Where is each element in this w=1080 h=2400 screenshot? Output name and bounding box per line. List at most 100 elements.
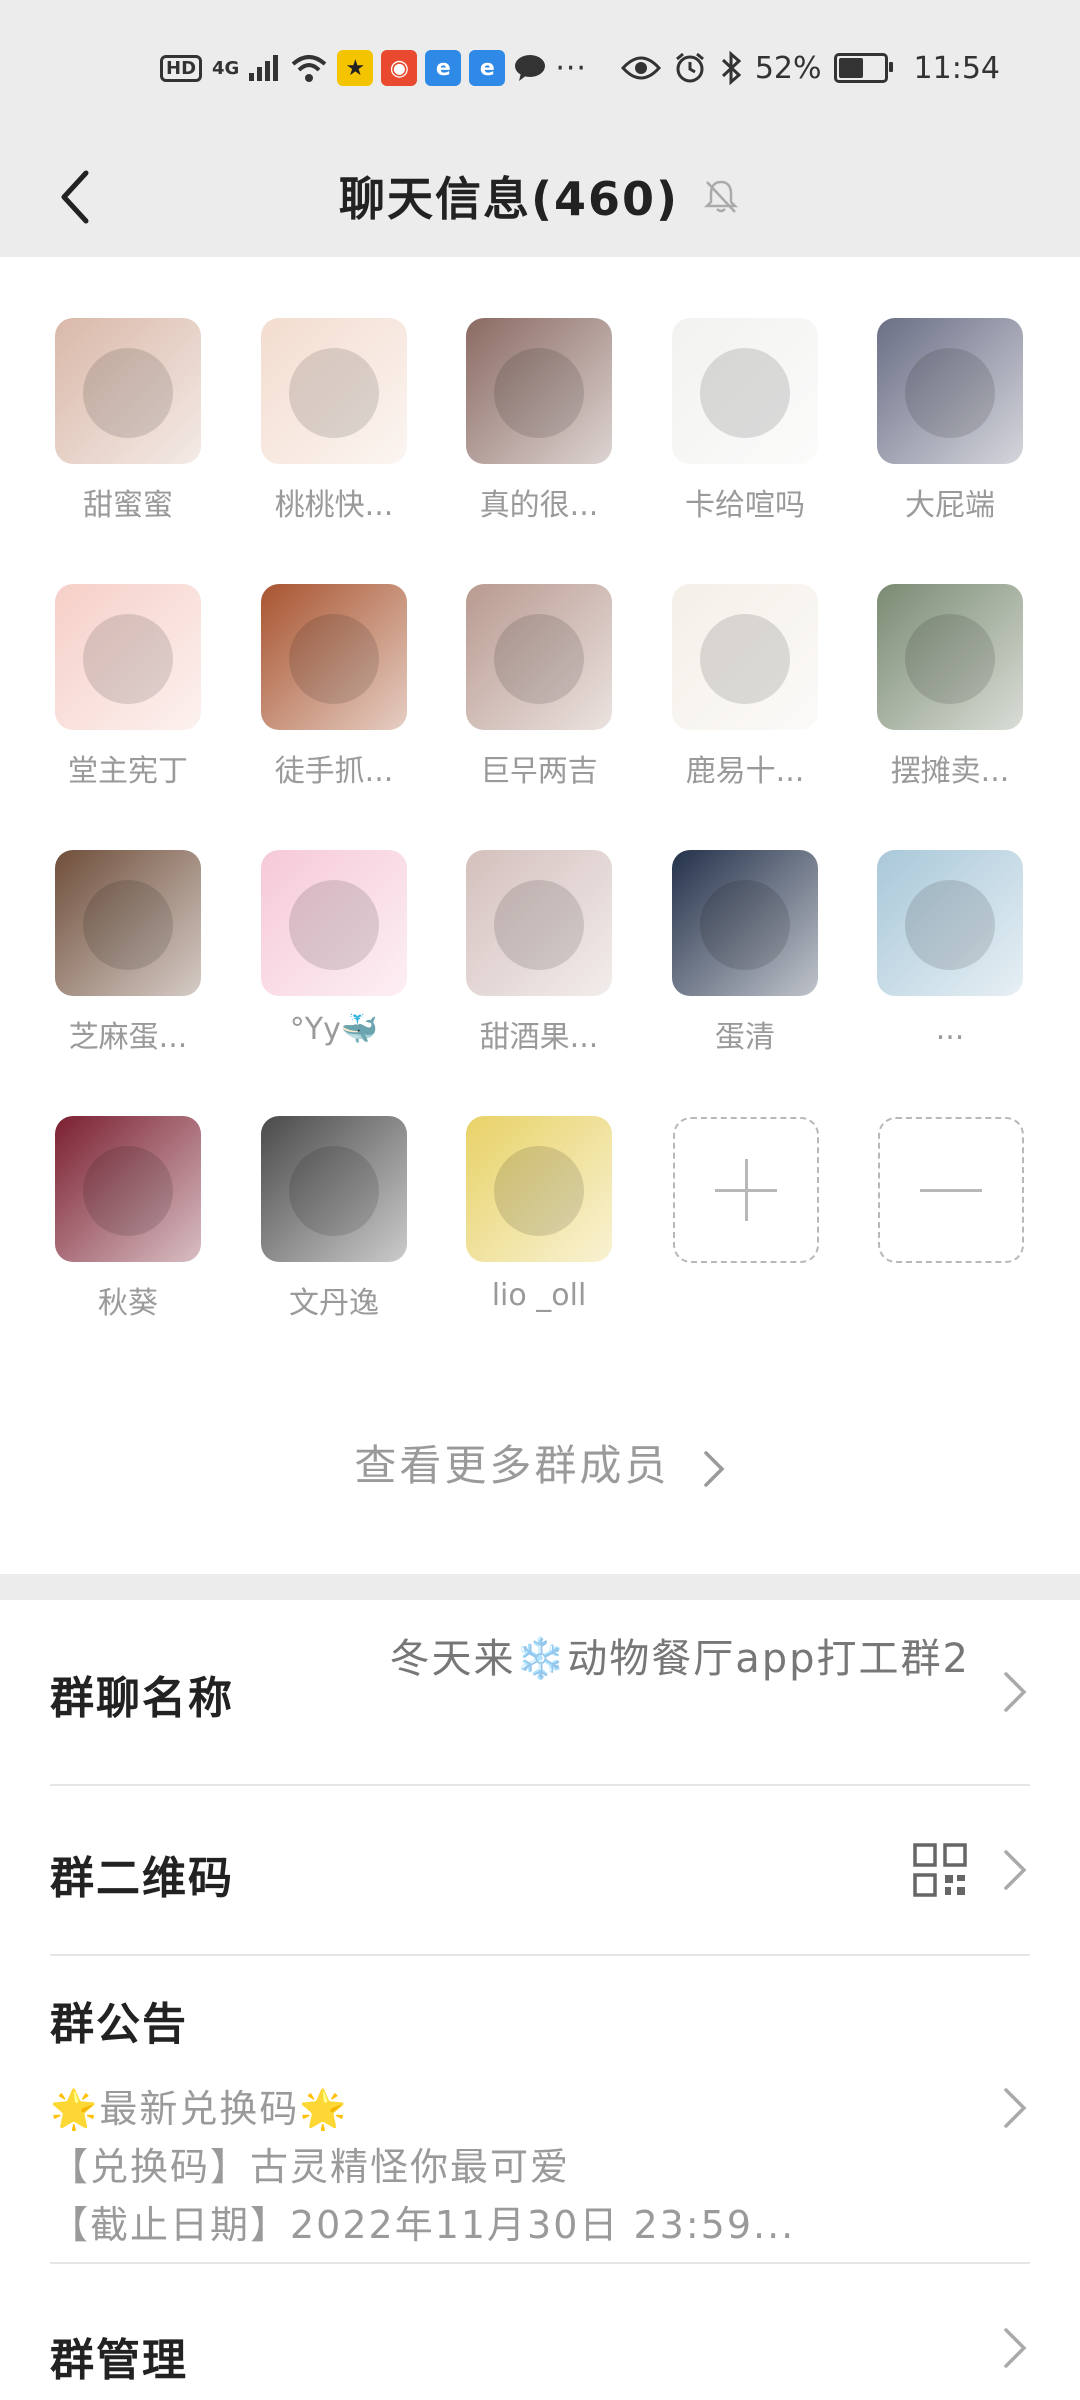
remove-member-button[interactable]: [878, 1117, 1024, 1263]
avatar: [261, 850, 407, 996]
browser-icon: e: [469, 50, 506, 86]
chevron-right-icon: [1004, 1850, 1027, 1890]
avatar: [877, 850, 1023, 996]
app-notification-icon: ★: [337, 50, 374, 86]
member-name: 芝麻蛋...: [68, 1020, 188, 1055]
group-name-row[interactable]: 群聊名称 冬天来❄️动物餐厅app打工群2: [50, 1600, 1030, 1786]
member-item[interactable]: 徒手抓...: [261, 584, 407, 790]
notice-line: 【兑换码】古灵精怪你最可爱: [50, 2145, 571, 2189]
avatar: [55, 1116, 201, 1262]
hd-badge: HD: [160, 54, 203, 82]
member-item[interactable]: 卡给喧吗: [672, 318, 818, 524]
notice-line: 【截止日期】2022年11月30日 23:59...: [50, 2203, 796, 2247]
member-name: 蛋清: [715, 1020, 775, 1055]
member-item[interactable]: °Yy🐳: [261, 850, 407, 1047]
top-bar: 聊天信息(460): [0, 135, 1080, 257]
member-name: 真的很...: [479, 488, 599, 523]
member-name: 徒手抓...: [274, 754, 394, 789]
group-qr-row[interactable]: 群二维码: [50, 1786, 1030, 1956]
eye-icon: [620, 56, 661, 80]
group-manage-label: 群管理: [50, 2335, 188, 2386]
qr-code-icon: [913, 1843, 967, 1897]
message-icon: [515, 55, 546, 81]
avatar: [55, 584, 201, 730]
bluetooth-icon: [721, 51, 742, 85]
group-name-value: 冬天来❄️动物餐厅app打工群2: [389, 1636, 970, 1682]
avatar: [466, 318, 612, 464]
member-item[interactable]: 秋葵: [55, 1116, 201, 1322]
section-divider: [0, 1574, 1080, 1600]
member-name: 巨무两吉: [480, 754, 598, 789]
avatar: [672, 584, 818, 730]
member-item[interactable]: 蛋清: [672, 850, 818, 1056]
member-name: 摆摊卖...: [890, 754, 1010, 789]
chevron-right-icon: [703, 1450, 725, 1487]
avatar: [672, 850, 818, 996]
member-name: 甜酒果...: [479, 1020, 599, 1055]
browser-icon: e: [425, 50, 462, 86]
avatar: [672, 318, 818, 464]
wifi-icon: [292, 55, 327, 82]
member-item[interactable]: 堂主宪丁: [55, 584, 201, 790]
group-notice-content: 🌟最新兑换码🌟 【兑换码】古灵精怪你最可爱 【截止日期】2022年11月30日 …: [50, 2080, 930, 2254]
member-item[interactable]: 大屁端: [877, 318, 1023, 524]
member-item[interactable]: 文丹逸: [261, 1116, 407, 1322]
group-notice-row[interactable]: 群公告 🌟最新兑换码🌟 【兑换码】古灵精怪你最可爱 【截止日期】2022年11月…: [50, 1956, 1030, 2264]
member-name: lio _oll: [491, 1278, 587, 1313]
group-notice-label: 群公告: [50, 1999, 188, 2050]
group-name-label: 群聊名称: [50, 1673, 234, 1724]
mute-bell-icon: [704, 180, 739, 213]
status-bar: HD 4G ★ ◉ e e ··· 52% 11:54: [0, 0, 1080, 135]
group-qr-label: 群二维码: [50, 1853, 234, 1904]
avatar: [261, 318, 407, 464]
status-right-icons: 52% 11:54: [620, 46, 1000, 90]
avatar: [877, 584, 1023, 730]
group-manage-row[interactable]: 群管理: [50, 2264, 1030, 2400]
view-more-members-button[interactable]: 查看更多群成员: [0, 1432, 1080, 1493]
network-type: 4G: [212, 57, 240, 79]
member-item[interactable]: ...: [877, 850, 1023, 1047]
member-name: 秋葵: [98, 1286, 158, 1321]
member-item[interactable]: 桃桃快...: [261, 318, 407, 524]
avatar: [55, 850, 201, 996]
avatar: [877, 318, 1023, 464]
member-name: 文丹逸: [289, 1286, 379, 1321]
member-name: 甜蜜蜜: [83, 488, 173, 523]
member-item[interactable]: 巨무两吉: [466, 584, 612, 790]
battery-icon: [833, 53, 893, 83]
avatar: [466, 584, 612, 730]
status-left-icons: HD 4G ★ ◉ e e ···: [160, 46, 587, 90]
member-name: 鹿易十...: [685, 754, 805, 789]
chevron-right-icon: [1004, 2088, 1027, 2128]
title-group: 聊天信息(460): [0, 163, 1080, 229]
avatar: [55, 318, 201, 464]
more-notifications: ···: [555, 50, 587, 86]
add-member-button[interactable]: [673, 1117, 819, 1263]
avatar: [466, 850, 612, 996]
member-name: °Yy🐳: [289, 1012, 379, 1047]
notice-line: 🌟最新兑换码🌟: [50, 2087, 349, 2131]
member-item[interactable]: 甜蜜蜜: [55, 318, 201, 524]
chevron-right-icon: [1004, 2328, 1027, 2368]
member-item[interactable]: 真的很...: [466, 318, 612, 524]
member-item[interactable]: 摆摊卖...: [877, 584, 1023, 790]
member-item[interactable]: 甜酒果...: [466, 850, 612, 1056]
member-item[interactable]: 芝麻蛋...: [55, 850, 201, 1056]
member-item[interactable]: 鹿易十...: [672, 584, 818, 790]
alarm-icon: [675, 52, 704, 83]
battery-percent: 52%: [754, 50, 822, 86]
member-name: 卡给喧吗: [685, 488, 805, 523]
page-title: 聊天信息(460): [338, 172, 680, 226]
member-item[interactable]: lio _oll: [466, 1116, 612, 1313]
plus-icon: [675, 1119, 817, 1261]
weibo-icon: ◉: [381, 50, 418, 86]
avatar: [261, 584, 407, 730]
view-more-members-label: 查看更多群成员: [354, 1441, 670, 1490]
member-name: 桃桃快...: [274, 488, 394, 523]
minus-icon: [880, 1119, 1022, 1261]
member-name: ...: [935, 1012, 965, 1047]
clock: 11:54: [913, 50, 1000, 86]
signal-icon: [249, 55, 279, 81]
member-name: 堂主宪丁: [68, 754, 188, 789]
avatar: [261, 1116, 407, 1262]
